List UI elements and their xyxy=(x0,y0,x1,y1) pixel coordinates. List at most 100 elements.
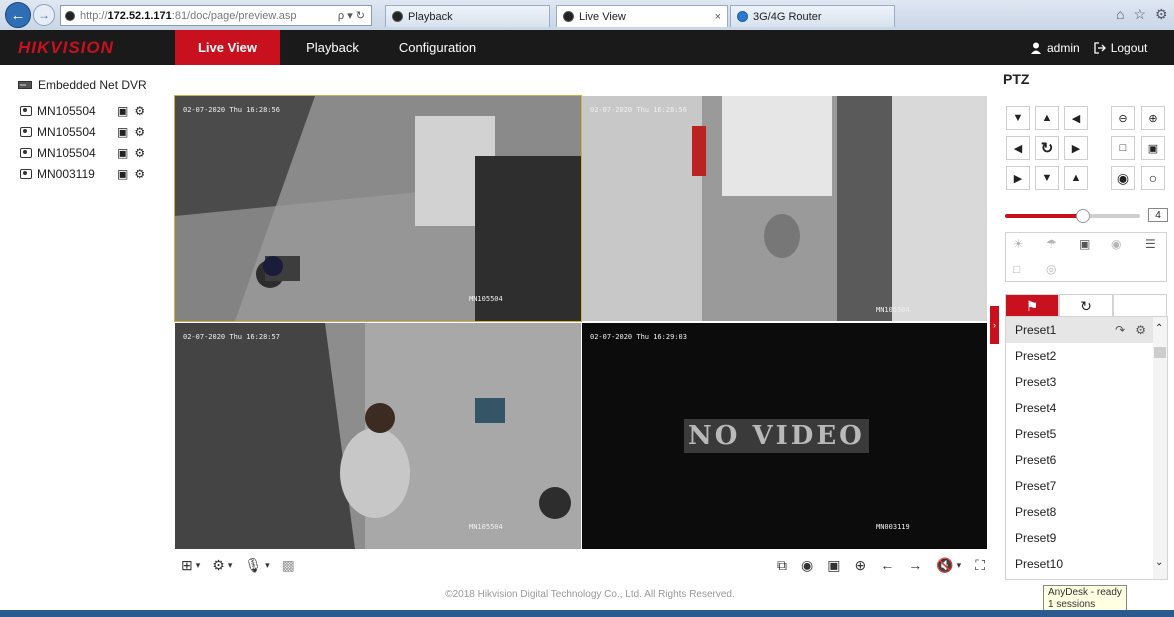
preset-item[interactable]: Preset9 xyxy=(1006,525,1154,551)
pan-right-button[interactable]: ▶ xyxy=(1064,136,1088,160)
pan-down-left-button[interactable]: ▶ xyxy=(1006,166,1030,190)
digital-zoom-button[interactable]: ⊕ xyxy=(854,557,866,574)
address-bar[interactable]: http://172.52.1.171:81/doc/page/preview.… xyxy=(60,5,372,26)
favorites-icon[interactable]: ☆ xyxy=(1133,6,1146,23)
call-preset-icon[interactable]: ↷ xyxy=(1115,323,1125,337)
ptz-icon[interactable]: ⚙ xyxy=(134,146,145,160)
tab-patrol[interactable]: ↻ xyxy=(1059,294,1113,318)
preset-item[interactable]: Preset10 xyxy=(1006,551,1154,577)
tab-live-view[interactable]: Live View × xyxy=(556,5,728,27)
ptz-icon[interactable]: ⚙ xyxy=(134,167,145,181)
ptz-icon[interactable]: ⚙ xyxy=(134,104,145,118)
video-window-1[interactable]: 02-07-2020 Thu 16:28:56 MN105504 xyxy=(174,95,582,322)
auto-scan-button[interactable]: ↻ xyxy=(1035,136,1059,160)
logout-button[interactable]: Logout xyxy=(1094,41,1147,55)
camera-actions: ▣ ⚙ xyxy=(117,146,145,160)
video-timestamp: 02-07-2020 Thu 16:28:56 xyxy=(183,106,280,114)
light-icon[interactable]: ☀ xyxy=(1013,237,1024,251)
zoom-in-icon[interactable]: ⊕ xyxy=(1141,106,1165,130)
volume-button[interactable]: 🔇 ▾ xyxy=(936,557,961,574)
video-frame xyxy=(582,96,987,321)
forward-button[interactable]: → xyxy=(33,4,55,26)
menu-live-view[interactable]: Live View xyxy=(175,30,280,65)
dropdown-arrow-icon: ▾ xyxy=(227,559,233,570)
ptz-speed-value: 4 xyxy=(1148,208,1168,222)
record-icon: ▣ xyxy=(827,556,841,573)
pan-up-left-button[interactable]: ▼ xyxy=(1006,106,1030,130)
camera-item[interactable]: MN105504 ▣ ⚙ xyxy=(20,104,145,118)
video-window-3[interactable]: 02-07-2020 Thu 16:28:57 MN105504 xyxy=(175,323,581,549)
layout-button[interactable]: ⊞ ▾ xyxy=(181,557,200,574)
audio-button[interactable]: 🎙 ▾ xyxy=(244,557,269,574)
focus-near-icon[interactable]: □ xyxy=(1111,136,1135,160)
preset-item[interactable]: Preset3 xyxy=(1006,369,1154,395)
tab-playback[interactable]: Playback xyxy=(385,5,550,27)
collapse-panel-button[interactable]: › xyxy=(990,306,999,344)
ptz-icon[interactable]: ⚙ xyxy=(134,125,145,139)
ptz-speed-handle[interactable] xyxy=(1076,209,1090,223)
tab-preset[interactable]: ⚑ xyxy=(1005,294,1059,318)
prev-page-button[interactable]: ← xyxy=(880,557,894,573)
close-tab-icon[interactable]: × xyxy=(715,11,721,23)
next-page-button[interactable]: → xyxy=(908,557,922,573)
record-icon[interactable]: ▣ xyxy=(117,125,128,139)
tab-label: Playback xyxy=(408,10,453,23)
preset-item[interactable]: Preset7 xyxy=(1006,473,1154,499)
scroll-down-icon[interactable]: ⌄ xyxy=(1155,557,1163,568)
device-tree-root[interactable]: Embedded Net DVR xyxy=(18,78,147,92)
url-host: 172.52.1.171 xyxy=(107,9,172,22)
record-button[interactable]: ▣ xyxy=(827,557,840,574)
ptz-control-button[interactable]: ⚙ ▾ xyxy=(212,557,232,574)
camera-item[interactable]: MN105504 ▣ ⚙ xyxy=(20,125,145,139)
tab-router[interactable]: 3G/4G Router xyxy=(730,5,895,27)
preset-item[interactable]: Preset6 xyxy=(1006,447,1154,473)
preset-item[interactable]: Preset8 xyxy=(1006,499,1154,525)
pan-up-right-button[interactable]: ◀ xyxy=(1064,106,1088,130)
search-refresh-icon[interactable]: ρ ▾ ↻ xyxy=(338,9,365,22)
menu-icon[interactable]: ☰ xyxy=(1145,237,1156,251)
camera-item[interactable]: MN105504 ▣ ⚙ xyxy=(20,146,145,160)
dropdown-arrow-icon: ▾ xyxy=(265,559,270,570)
hikvision-logo: HIKVISION xyxy=(18,38,114,57)
fullscreen-icon: ⛶ xyxy=(975,556,985,573)
preset-item[interactable]: Preset4 xyxy=(1006,395,1154,421)
record-icon[interactable]: ▣ xyxy=(117,146,128,160)
home-icon[interactable]: ⌂ xyxy=(1116,6,1124,23)
set-preset-icon[interactable]: ⚙ xyxy=(1135,323,1146,337)
zoom-out-button[interactable]: ▩ xyxy=(282,557,295,574)
pan-down-right-button[interactable]: ▲ xyxy=(1064,166,1088,190)
snapshot-button[interactable]: ◉ xyxy=(801,557,813,574)
capture-button[interactable]: ⧉ xyxy=(777,557,787,574)
record-icon[interactable]: ▣ xyxy=(117,167,128,181)
iris-open-icon[interactable]: ◉ xyxy=(1111,166,1135,190)
preset-item[interactable]: Preset2 xyxy=(1006,343,1154,369)
microphone-icon: 🎙 xyxy=(244,556,263,573)
manual-track-icon[interactable]: □ xyxy=(1013,262,1020,276)
zoom-out-icon[interactable]: ⊖ xyxy=(1111,106,1135,130)
preset-item[interactable]: Preset1 ↷ ⚙ xyxy=(1006,317,1154,343)
aux-focus-icon[interactable]: ▣ xyxy=(1079,237,1090,251)
scroll-thumb[interactable] xyxy=(1154,347,1166,358)
menu-playback[interactable]: Playback xyxy=(295,30,370,65)
focus-far-icon[interactable]: ▣ xyxy=(1141,136,1165,160)
fullscreen-button[interactable]: ⛶ xyxy=(975,557,985,574)
preset-label: Preset10 xyxy=(1015,557,1064,571)
video-window-2[interactable]: 02-07-2020 Thu 16:28:56 MN105504 xyxy=(582,96,987,321)
pan-left-button[interactable]: ◀ xyxy=(1006,136,1030,160)
back-button[interactable]: ← xyxy=(5,2,31,28)
iris-close-icon[interactable]: ○ xyxy=(1141,166,1165,190)
tab-pattern[interactable] xyxy=(1113,294,1167,318)
camera-item[interactable]: MN003119 ▣ ⚙ xyxy=(20,167,145,181)
scroll-up-icon[interactable]: ⌃ xyxy=(1155,323,1163,334)
lens-init-icon[interactable]: ◉ xyxy=(1111,237,1121,251)
preset-item[interactable]: Preset5 xyxy=(1006,421,1154,447)
menu-configuration[interactable]: Configuration xyxy=(390,30,485,65)
tools-icon[interactable]: ⚙ xyxy=(1155,6,1168,23)
pan-up-button[interactable]: ▲ xyxy=(1035,106,1059,130)
user-menu[interactable]: admin xyxy=(1030,41,1080,55)
wiper-icon[interactable]: ☂ xyxy=(1046,237,1057,251)
video-window-4[interactable]: 02-07-2020 Thu 16:29:03 NO VIDEO MN00311… xyxy=(582,323,987,549)
record-icon[interactable]: ▣ xyxy=(117,104,128,118)
pan-down-button[interactable]: ▼ xyxy=(1035,166,1059,190)
3d-zoom-icon[interactable]: ◎ xyxy=(1046,262,1056,276)
